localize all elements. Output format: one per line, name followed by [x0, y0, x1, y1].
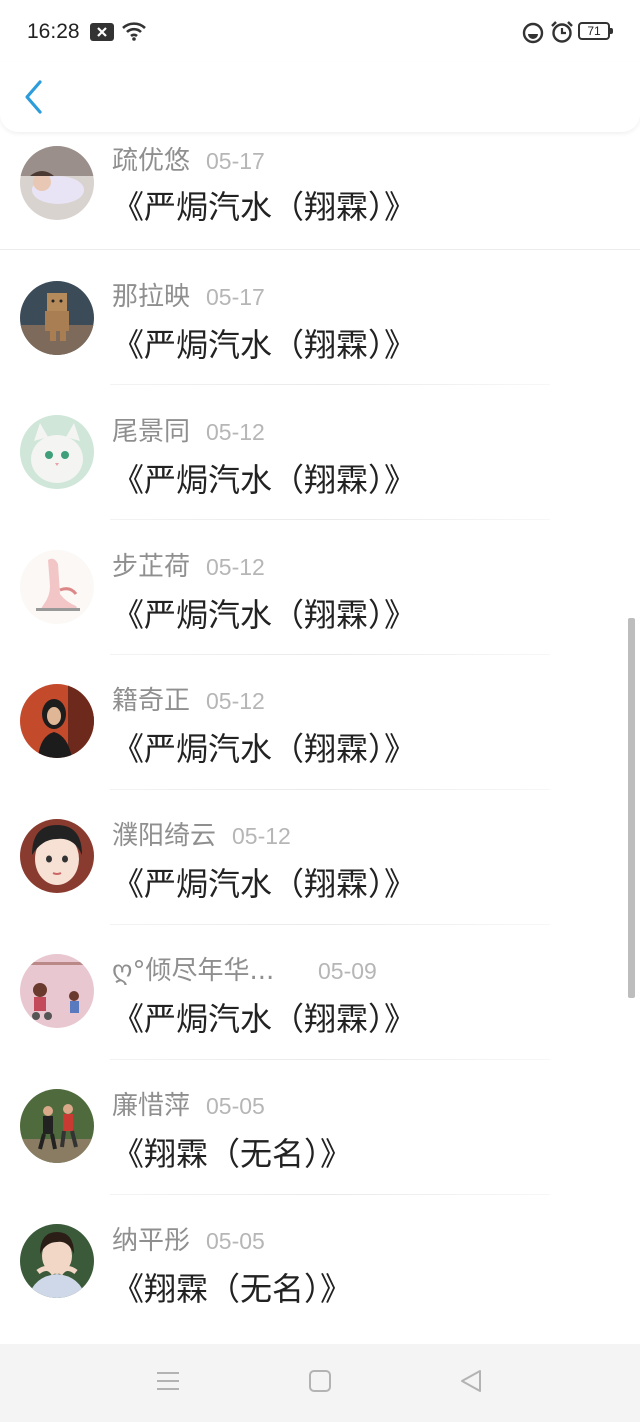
comment-title[interactable]: 《严焗汽水（翔霖）》	[112, 455, 416, 501]
avatar[interactable]	[20, 550, 94, 624]
chevron-left-icon	[25, 80, 42, 114]
comment-date: 05-09	[318, 958, 377, 984]
back-button[interactable]	[20, 78, 54, 118]
comment-date: 05-12	[206, 688, 265, 714]
comment-meta: 步芷荷 05-12	[112, 546, 265, 582]
avatar[interactable]	[20, 954, 94, 1028]
list-item[interactable]: 那拉映 05-17 《严焗汽水（翔霖）》	[0, 250, 640, 385]
comment-meta: 籍奇正 05-12	[112, 680, 265, 716]
scrollbar[interactable]	[628, 618, 635, 998]
list-item[interactable]: 纳平彤 05-05 《翔霖（无名）》	[0, 1195, 640, 1330]
list-item[interactable]: ღ°倾尽年华... 05-09 《严焗汽水（翔霖）》	[0, 925, 640, 1060]
home-button[interactable]	[308, 1368, 332, 1398]
comment-meta: 疏优悠 05-17	[112, 140, 265, 176]
comment-title[interactable]: 《严焗汽水（翔霖）》	[112, 859, 416, 905]
avatar[interactable]	[20, 146, 94, 220]
comment-title[interactable]: 《翔霖（无名）》	[112, 1264, 352, 1310]
user-name[interactable]: 籍奇正	[112, 680, 190, 717]
comment-date: 05-05	[206, 1228, 265, 1254]
user-name[interactable]: 那拉映	[112, 276, 190, 313]
list-item[interactable]: 濮阳绮云 05-12 《严焗汽水（翔霖）》	[0, 790, 640, 925]
user-name[interactable]: 濮阳绮云	[112, 815, 216, 852]
user-name[interactable]: ღ°倾尽年华...	[112, 950, 302, 987]
status-bar: 16:28 71	[0, 0, 640, 62]
comment-meta: 尾景同 05-12	[112, 411, 265, 447]
alarm-icon	[550, 20, 574, 49]
status-time: 16:28	[27, 20, 80, 43]
comment-date: 05-12	[232, 823, 291, 849]
comment-title[interactable]: 《翔霖（无名）》	[112, 1129, 352, 1175]
list-item[interactable]: 廉惜萍 05-05 《翔霖（无名）》	[0, 1060, 640, 1195]
list-item[interactable]: 步芷荷 05-12 《严焗汽水（翔霖）》	[0, 520, 640, 655]
back-triangle-icon	[461, 1370, 481, 1392]
back-nav-button[interactable]	[458, 1368, 484, 1398]
user-name[interactable]: 尾景同	[112, 411, 190, 448]
user-name[interactable]: 廉惜萍	[112, 1085, 190, 1122]
comment-date: 05-12	[206, 419, 265, 445]
list-item[interactable]: 疏优悠 05-17 《严焗汽水（翔霖）》	[0, 132, 640, 250]
comment-title[interactable]: 《严焗汽水（翔霖）》	[112, 320, 416, 366]
menu-button[interactable]	[155, 1368, 181, 1398]
comment-title[interactable]: 《严焗汽水（翔霖）》	[112, 724, 416, 770]
avatar[interactable]	[20, 281, 94, 355]
comment-list: 疏优悠 05-17 《严焗汽水（翔霖）》 那拉映 05-17 《严焗汽水（翔霖）…	[0, 132, 640, 1330]
notification-x-icon	[90, 22, 114, 46]
comment-meta: 纳平彤 05-05	[112, 1220, 265, 1256]
comment-meta: 那拉映 05-17	[112, 276, 265, 312]
comment-meta: 濮阳绮云 05-12	[112, 815, 291, 851]
comment-date: 05-17	[206, 284, 265, 310]
avatar[interactable]	[20, 819, 94, 893]
avatar[interactable]	[20, 684, 94, 758]
list-item[interactable]: 尾景同 05-12 《严焗汽水（翔霖）》	[0, 385, 640, 520]
avatar[interactable]	[20, 1089, 94, 1163]
avatar[interactable]	[20, 1224, 94, 1298]
dnd-icon	[522, 22, 544, 49]
comment-meta: 廉惜萍 05-05	[112, 1085, 265, 1121]
comment-date: 05-05	[206, 1093, 265, 1119]
home-square-icon	[309, 1370, 331, 1392]
comment-date: 05-12	[206, 554, 265, 580]
comment-title[interactable]: 《严焗汽水（翔霖）》	[112, 182, 416, 228]
comment-title[interactable]: 《严焗汽水（翔霖）》	[112, 994, 416, 1040]
system-nav-bar	[0, 1344, 640, 1422]
comment-meta: ღ°倾尽年华... 05-09	[112, 950, 377, 986]
comment-title[interactable]: 《严焗汽水（翔霖）》	[112, 590, 416, 636]
battery-icon: 71	[578, 22, 613, 40]
menu-icon	[157, 1372, 179, 1390]
avatar[interactable]	[20, 415, 94, 489]
user-name[interactable]: 纳平彤	[112, 1220, 190, 1257]
user-name[interactable]: 步芷荷	[112, 546, 190, 583]
comment-date: 05-17	[206, 148, 265, 174]
list-item[interactable]: 籍奇正 05-12 《严焗汽水（翔霖）》	[0, 655, 640, 790]
wifi-icon	[121, 21, 147, 46]
user-name[interactable]: 疏优悠	[112, 140, 190, 177]
app-header	[0, 62, 640, 132]
